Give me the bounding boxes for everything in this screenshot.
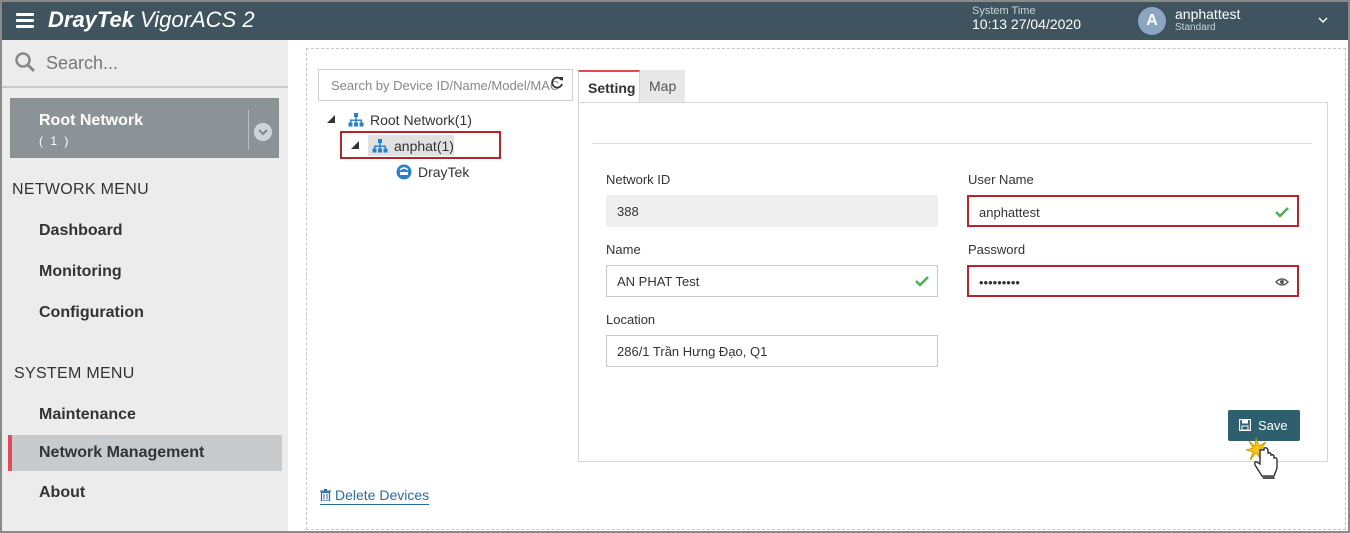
divider (248, 110, 249, 150)
trash-icon (320, 489, 331, 501)
divider (592, 143, 1312, 144)
network-tree-icon (348, 113, 364, 127)
nav-maintenance[interactable]: Maintenance (39, 406, 136, 424)
save-label: Save (1258, 418, 1288, 433)
floppy-disk-icon (1239, 419, 1251, 431)
check-icon (1275, 207, 1289, 218)
network-menu-title: NETWORK MENU (12, 181, 149, 198)
tree-search-placeholder: Search by Device ID/Name/Model/MAC (331, 78, 559, 93)
user-name[interactable]: anphattest (1175, 6, 1240, 22)
check-icon (915, 276, 929, 287)
tree-child-network[interactable]: anphat(1) (394, 138, 454, 154)
location-value: 286/1 Trần Hưng Đạo, Q1 (617, 344, 768, 359)
network-id-value: 388 (617, 204, 639, 219)
refresh-icon[interactable] (550, 76, 564, 90)
tree-device[interactable]: DrayTek (418, 164, 469, 180)
name-label: Name (606, 242, 641, 257)
name-field[interactable]: AN PHAT Test (606, 265, 938, 297)
top-header: DrayTek VigorACS 2 System Time 10:13 27/0… (2, 2, 1348, 40)
search-icon (15, 52, 36, 73)
nav-about[interactable]: About (39, 484, 85, 502)
tree-search-input[interactable]: Search by Device ID/Name/Model/MAC (318, 69, 573, 101)
nav-network-management[interactable]: Network Management (39, 444, 204, 462)
root-network-count: ( 1 ) (39, 134, 71, 148)
user-name-field[interactable]: anphattest (967, 195, 1299, 227)
hamburger-menu-icon[interactable] (16, 13, 34, 29)
nav-dashboard[interactable]: Dashboard (39, 222, 123, 240)
hand-cursor-icon (1246, 437, 1278, 479)
tab-setting[interactable]: Setting (578, 70, 640, 104)
delete-devices-link[interactable]: Delete Devices (320, 487, 430, 505)
password-field[interactable]: ••••••••• (967, 265, 1299, 297)
nav-configuration[interactable]: Configuration (39, 304, 144, 322)
collapse-triangle-icon[interactable] (350, 140, 360, 150)
system-time: System Time 10:13 27/04/2020 (972, 5, 1081, 32)
collapse-triangle-icon[interactable] (326, 114, 336, 124)
network-id-label: Network ID (606, 172, 671, 187)
root-network-name: Root Network (39, 112, 143, 129)
location-field[interactable]: 286/1 Trần Hưng Đạo, Q1 (606, 335, 938, 367)
root-network-selector[interactable]: Root Network ( 1 ) (10, 98, 279, 158)
delete-devices-label: Delete Devices (335, 487, 430, 503)
user-name-value: anphattest (979, 205, 1040, 220)
nav-monitoring[interactable]: Monitoring (39, 263, 122, 281)
app-window: DrayTek VigorACS 2 System Time 10:13 27/0… (0, 0, 1350, 533)
password-value: ••••••••• (979, 275, 1020, 290)
user-role: Standard (1175, 22, 1216, 33)
tab-map-label: Map (649, 78, 677, 94)
active-indicator (8, 435, 12, 471)
tree-root-network[interactable]: Root Network(1) (370, 112, 472, 128)
sidebar: Search... Root Network ( 1 ) NETWORK MEN… (2, 40, 288, 531)
system-time-value: 10:13 27/04/2020 (972, 16, 1081, 32)
brand-primary: DrayTek (48, 7, 135, 32)
eye-icon[interactable] (1275, 276, 1289, 288)
location-label: Location (606, 312, 656, 327)
network-tree-icon (372, 139, 388, 153)
tab-map[interactable]: Map (640, 70, 685, 102)
device-router-icon (396, 164, 412, 180)
user-name-label: User Name (968, 172, 1034, 187)
brand-secondary: VigorACS 2 (140, 7, 255, 32)
avatar[interactable]: A (1138, 7, 1166, 35)
brand-logo: DrayTek VigorACS 2 (48, 7, 255, 33)
name-value: AN PHAT Test (617, 274, 700, 289)
chevron-down-icon[interactable] (254, 123, 272, 141)
system-menu-title: SYSTEM MENU (14, 365, 135, 382)
chevron-down-icon[interactable] (1318, 15, 1328, 25)
tab-setting-label: Setting (588, 80, 636, 96)
search-input[interactable]: Search... (46, 53, 118, 74)
password-label: Password (968, 242, 1026, 257)
sidebar-search[interactable]: Search... (2, 40, 288, 88)
network-id-field: 388 (606, 195, 938, 227)
